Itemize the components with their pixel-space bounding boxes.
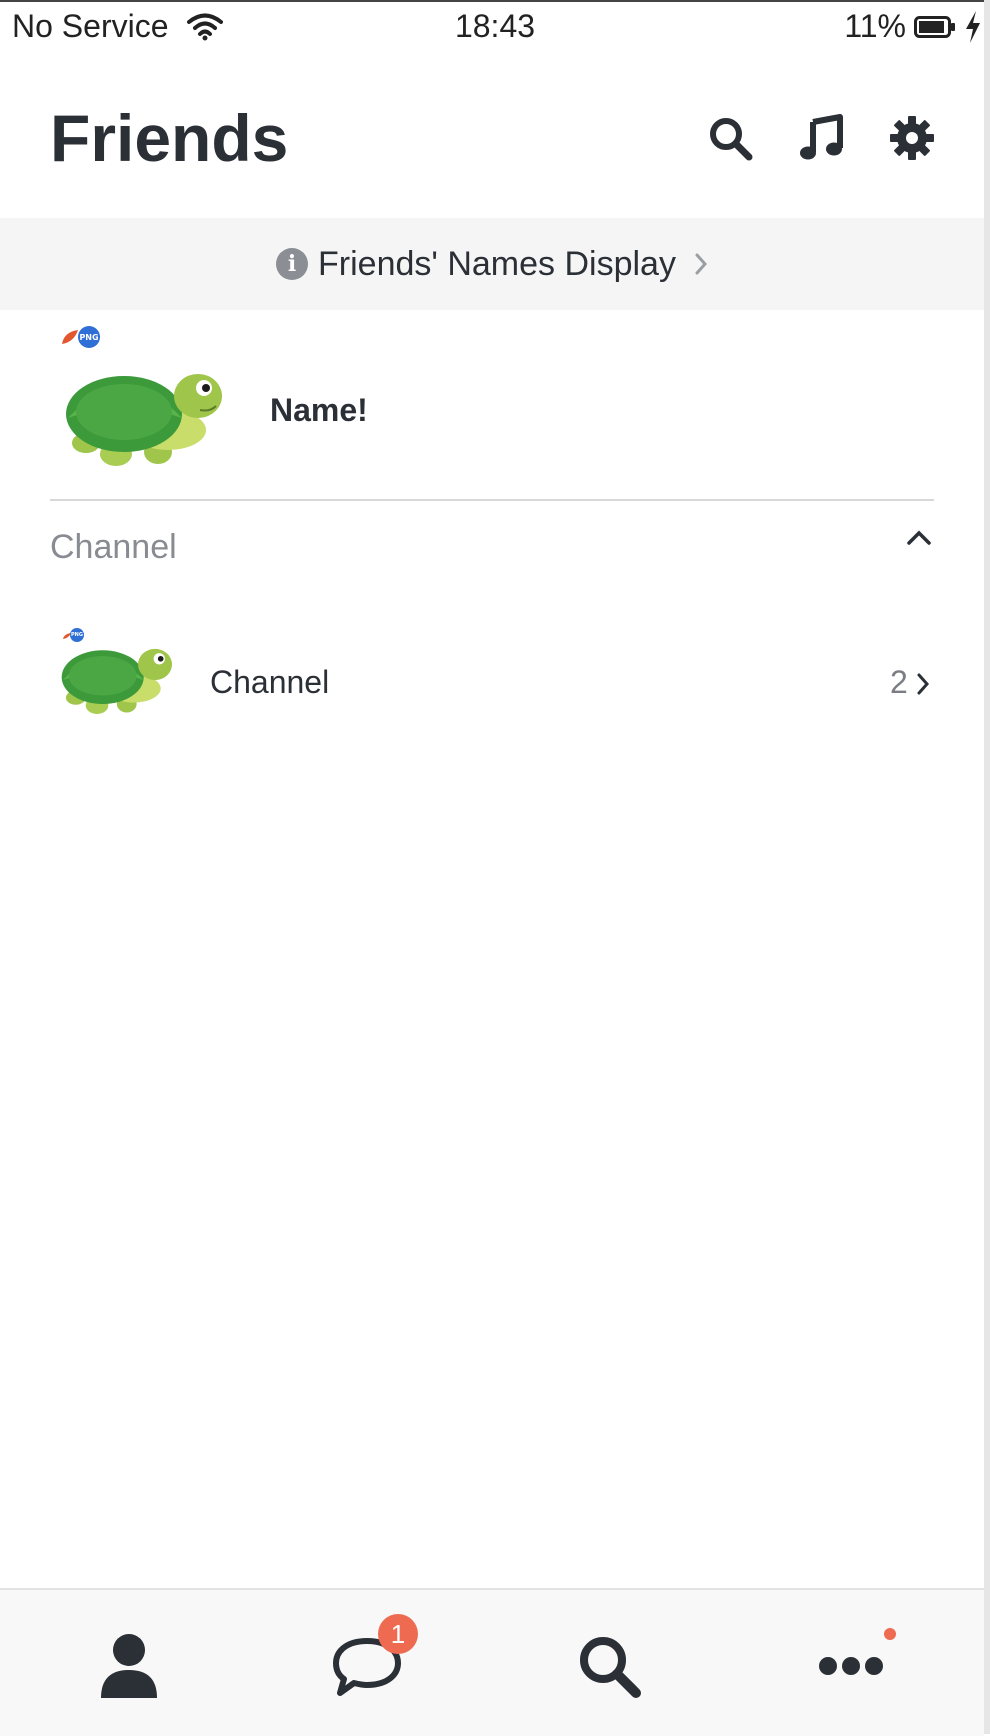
header-search-button[interactable] bbox=[702, 110, 758, 166]
search-icon bbox=[710, 118, 753, 161]
channel-list-item[interactable]: PNG Channel 2 bbox=[0, 618, 984, 748]
chevron-up-icon bbox=[907, 530, 931, 545]
tab-more[interactable] bbox=[806, 1626, 896, 1706]
chevron-right-icon bbox=[695, 253, 707, 275]
names-display-banner[interactable]: i Friends' Names Display bbox=[0, 218, 984, 310]
tab-search[interactable] bbox=[564, 1626, 654, 1706]
png-badge: PNG bbox=[78, 326, 100, 348]
search-icon bbox=[580, 1637, 641, 1698]
right-edge-strip bbox=[984, 0, 990, 1734]
gear-icon bbox=[890, 116, 934, 160]
more-icon bbox=[819, 1657, 883, 1675]
my-profile-row[interactable]: PNG Name! bbox=[0, 318, 984, 498]
status-time: 18:43 bbox=[454, 8, 536, 44]
battery-percent: 11% bbox=[844, 8, 906, 44]
header-music-button[interactable] bbox=[794, 110, 850, 166]
chevron-right-icon bbox=[917, 673, 930, 695]
profile-name: Name! bbox=[270, 392, 368, 428]
tab-friends[interactable] bbox=[84, 1626, 174, 1706]
status-right: 11% bbox=[844, 8, 982, 45]
header: Friends bbox=[0, 56, 984, 218]
feather-icon bbox=[62, 330, 78, 344]
section-divider bbox=[50, 499, 934, 501]
music-note-icon bbox=[800, 114, 843, 160]
turtle-avatar bbox=[61, 648, 172, 714]
bottom-tab-bar: 1 bbox=[0, 1588, 984, 1736]
page-title: Friends bbox=[50, 101, 289, 175]
unread-badge: 1 bbox=[378, 1614, 418, 1654]
battery-icon bbox=[914, 15, 955, 38]
section-label: Channel bbox=[50, 528, 177, 566]
channel-section-header[interactable]: Channel bbox=[0, 512, 984, 586]
person-icon bbox=[101, 1634, 157, 1698]
header-settings-button[interactable] bbox=[884, 110, 940, 166]
info-icon: i bbox=[276, 248, 309, 280]
turtle-avatar bbox=[66, 374, 222, 466]
notification-dot bbox=[884, 1628, 896, 1640]
channel-count: 2 bbox=[890, 664, 908, 700]
tab-chats[interactable]: 1 bbox=[322, 1614, 418, 1706]
channel-name: Channel bbox=[210, 664, 330, 700]
charging-bolt-icon bbox=[966, 10, 980, 43]
banner-text: Friends' Names Display bbox=[318, 244, 676, 283]
status-bar: No Service 18:43 11% bbox=[0, 0, 990, 56]
